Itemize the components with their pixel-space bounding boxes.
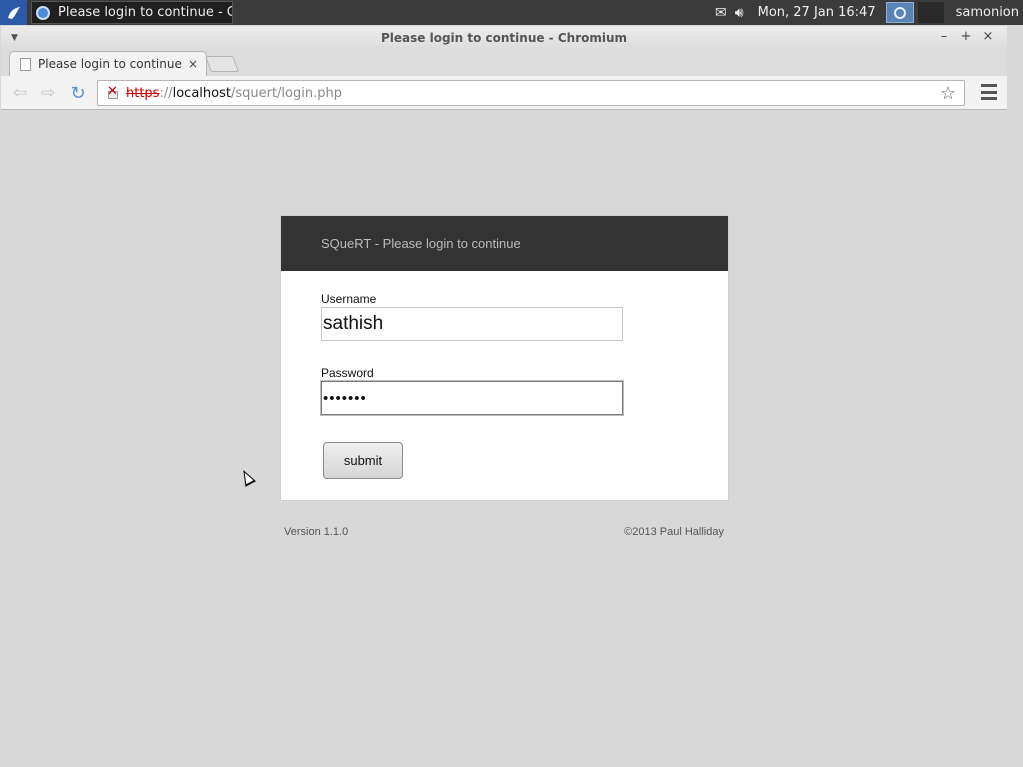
desktop-panel: Please login to continue - C... ✉ 🔊︎ Mon… — [0, 0, 1023, 25]
panel-username[interactable]: samonion — [956, 5, 1019, 20]
mouse-cursor-icon — [237, 467, 257, 487]
page-content: SQueRT - Please login to continue Userna… — [1, 110, 1007, 767]
back-button[interactable]: ⇦ — [9, 82, 31, 104]
app-menu-icon — [7, 6, 20, 19]
address-bar[interactable]: ✕ https://localhost/squert/login.php ☆ — [97, 80, 965, 106]
url-host: localhost — [172, 85, 231, 101]
login-header-title: SQueRT - Please login to continue — [321, 236, 521, 251]
close-window-button[interactable]: × — [977, 29, 999, 44]
window-title: Please login to continue - Chromium — [380, 31, 628, 45]
broken-lock-icon[interactable]: ✕ — [106, 84, 120, 100]
start-menu-button[interactable] — [0, 0, 27, 25]
submit-button[interactable]: submit — [323, 442, 403, 479]
maximize-button[interactable]: + — [955, 29, 977, 44]
panel-clock[interactable]: Mon, 27 Jan 16:47 — [758, 5, 876, 20]
tab-close-button[interactable]: × — [188, 57, 198, 71]
username-field[interactable]: sathish — [321, 307, 623, 341]
tab-login[interactable]: Please login to continue × — [9, 51, 207, 76]
bookmark-star-icon[interactable]: ☆ — [940, 83, 956, 104]
window-menu-icon[interactable]: ▼ — [11, 33, 18, 43]
chromium-tray-icon[interactable] — [885, 2, 914, 23]
taskbar-item-chromium[interactable]: Please login to continue - C... — [31, 1, 233, 24]
tab-label: Please login to continue — [38, 57, 182, 71]
login-header: SQueRT - Please login to continue — [281, 216, 728, 271]
password-field[interactable]: ••••••• — [321, 381, 623, 415]
panel-tray: ✉ 🔊︎ Mon, 27 Jan 16:47 samonion — [711, 0, 1023, 25]
url-separator: :// — [159, 85, 173, 101]
taskbar-item-label: Please login to continue - C... — [58, 5, 232, 20]
tray-slot[interactable] — [917, 2, 944, 23]
copyright-text: ©2013 Paul Halliday — [624, 526, 724, 538]
browser-menu-button[interactable] — [981, 84, 997, 100]
url-text[interactable]: https://localhost/squert/login.php — [126, 86, 342, 101]
window-titlebar[interactable]: ▼ Please login to continue - Chromium – … — [1, 26, 1007, 50]
volume-icon[interactable]: 🔊︎ — [735, 5, 744, 21]
window-controls: – + × — [933, 29, 999, 44]
browser-window: ▼ Please login to continue - Chromium – … — [1, 26, 1007, 767]
version-text: Version 1.1.0 — [284, 526, 349, 538]
url-path: /squert/login.php — [230, 85, 342, 101]
tab-strip: Please login to continue × — [1, 50, 1007, 76]
forward-button[interactable]: ⇨ — [37, 82, 59, 104]
reload-button[interactable]: ↻ — [67, 82, 89, 104]
new-tab-button[interactable] — [205, 56, 239, 72]
page-favicon-icon — [20, 57, 31, 71]
minimize-button[interactable]: – — [933, 29, 955, 44]
chromium-icon — [36, 5, 50, 20]
mail-icon[interactable]: ✉ — [715, 5, 727, 21]
login-panel: SQueRT - Please login to continue Userna… — [280, 215, 729, 501]
browser-toolbar: ⇦ ⇨ ↻ ✕ https://localhost/squert/login.p… — [1, 76, 1007, 110]
username-label: Username — [321, 292, 377, 306]
password-label: Password — [321, 366, 374, 380]
url-scheme: https — [126, 85, 160, 101]
